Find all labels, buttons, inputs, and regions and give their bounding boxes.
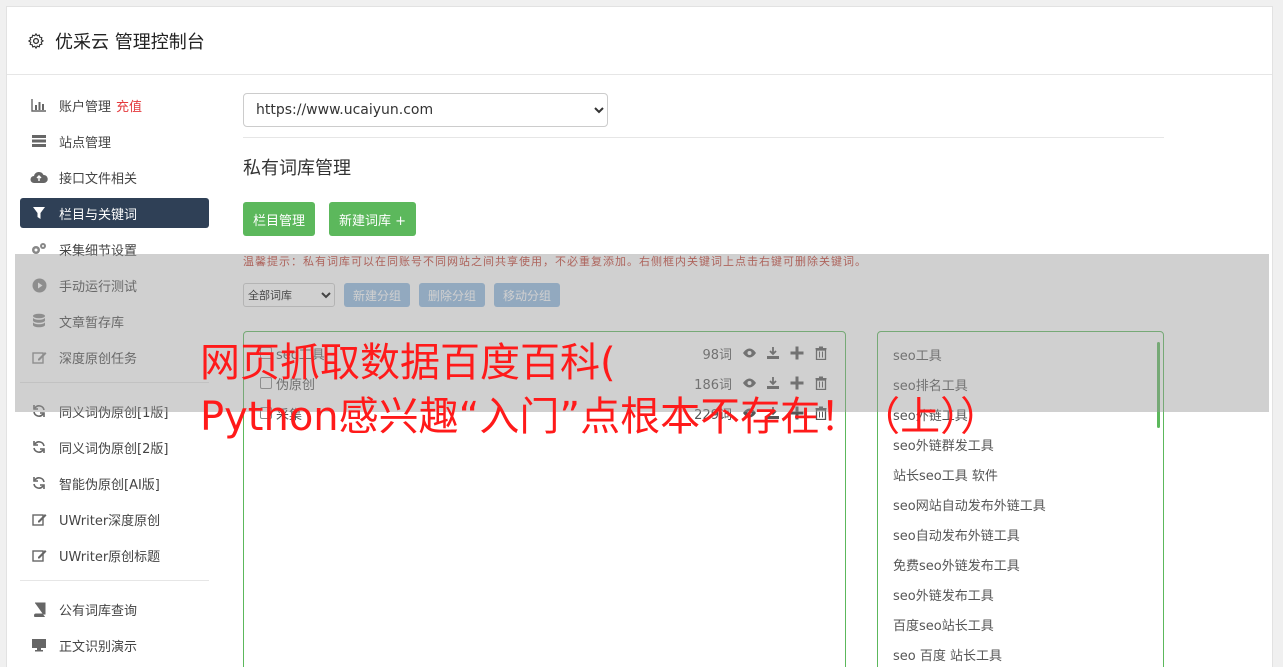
page-title: 私有词库管理 [243, 158, 351, 179]
sidebar-item-label: 智能伪原创[AI版] [59, 477, 160, 493]
refresh-icon [30, 438, 48, 456]
top-bar: 优采云 管理控制台 [7, 7, 1272, 75]
content-divider [243, 137, 1164, 138]
sidebar-item-label: 栏目与关键词 [59, 207, 138, 223]
sidebar-item-label: 账户管理 [59, 99, 112, 115]
server-icon [30, 132, 48, 150]
sidebar-item-label: UWriter深度原创 [59, 513, 161, 529]
sidebar-item-uwriter-title[interactable]: UWriter原创标题 [20, 540, 209, 570]
edit-icon [30, 510, 48, 528]
keyword-item[interactable]: seo外链发布工具 [893, 582, 1046, 612]
app-title: 优采云 管理控制台 [55, 31, 205, 53]
filter-icon [30, 204, 48, 222]
sidebar-item-label: 正文识别演示 [59, 639, 138, 655]
overlay-line-1: 网页抓取数据百度百科( [200, 340, 616, 386]
keyword-item[interactable]: seo自动发布外链工具 [893, 522, 1046, 552]
recharge-link[interactable]: 充值 [116, 96, 142, 115]
sidebar-item-synonym-v2[interactable]: 同义词伪原创[2版] [20, 432, 209, 462]
cloud-upload-icon [30, 168, 48, 186]
monitor-icon [30, 636, 48, 654]
action-buttons: 栏目管理 新建词库 + [243, 202, 1164, 236]
site-select[interactable]: https://www.ucaiyun.com [243, 93, 608, 127]
overlay-headline: 网页抓取数据百度百科( Python感兴趣“入门”点根本不存在！（上）） [200, 336, 1000, 444]
sidebar-item-label: UWriter原创标题 [59, 549, 161, 565]
sidebar-item-public-library[interactable]: 公有词库查询 [20, 594, 209, 624]
keyword-item[interactable]: seo 百度 站长工具 [893, 642, 1046, 667]
sidebar-item-columns-keywords[interactable]: 栏目与关键词 [20, 198, 209, 228]
keyword-item[interactable]: seo网站自动发布外链工具 [893, 492, 1046, 522]
gear-icon [27, 32, 45, 49]
sidebar-item-label: 站点管理 [59, 135, 112, 151]
sidebar-item-label: 接口文件相关 [59, 171, 138, 187]
refresh-icon [30, 474, 48, 492]
new-library-button[interactable]: 新建词库 + [329, 202, 417, 236]
sidebar-item-text-recognition[interactable]: 正文识别演示 [20, 630, 209, 660]
sidebar-item-ai-rewrite[interactable]: 智能伪原创[AI版] [20, 468, 209, 498]
sidebar-divider [20, 580, 209, 581]
sidebar-item-interface-files[interactable]: 接口文件相关 [20, 162, 209, 192]
sidebar-item-uwriter-deep[interactable]: UWriter深度原创 [20, 504, 209, 534]
book-icon [30, 600, 48, 618]
overlay-line-2: Python感兴趣“入门”点根本不存在！（上）） [200, 394, 1001, 440]
column-manage-button[interactable]: 栏目管理 [243, 202, 316, 236]
sidebar-item-label: 公有词库查询 [59, 603, 138, 619]
keyword-item[interactable]: 站长seo工具 软件 [893, 462, 1046, 492]
sidebar-item-label: 同义词伪原创[2版] [59, 441, 169, 457]
keyword-item[interactable]: 免费seo外链发布工具 [893, 552, 1046, 582]
edit-icon [30, 546, 48, 564]
sidebar-item-sites[interactable]: 站点管理 [20, 126, 209, 156]
sidebar-item-account[interactable]: 账户管理 充值 [20, 90, 209, 120]
keyword-item[interactable]: 百度seo站长工具 [893, 612, 1046, 642]
bar-chart-icon [30, 96, 48, 114]
